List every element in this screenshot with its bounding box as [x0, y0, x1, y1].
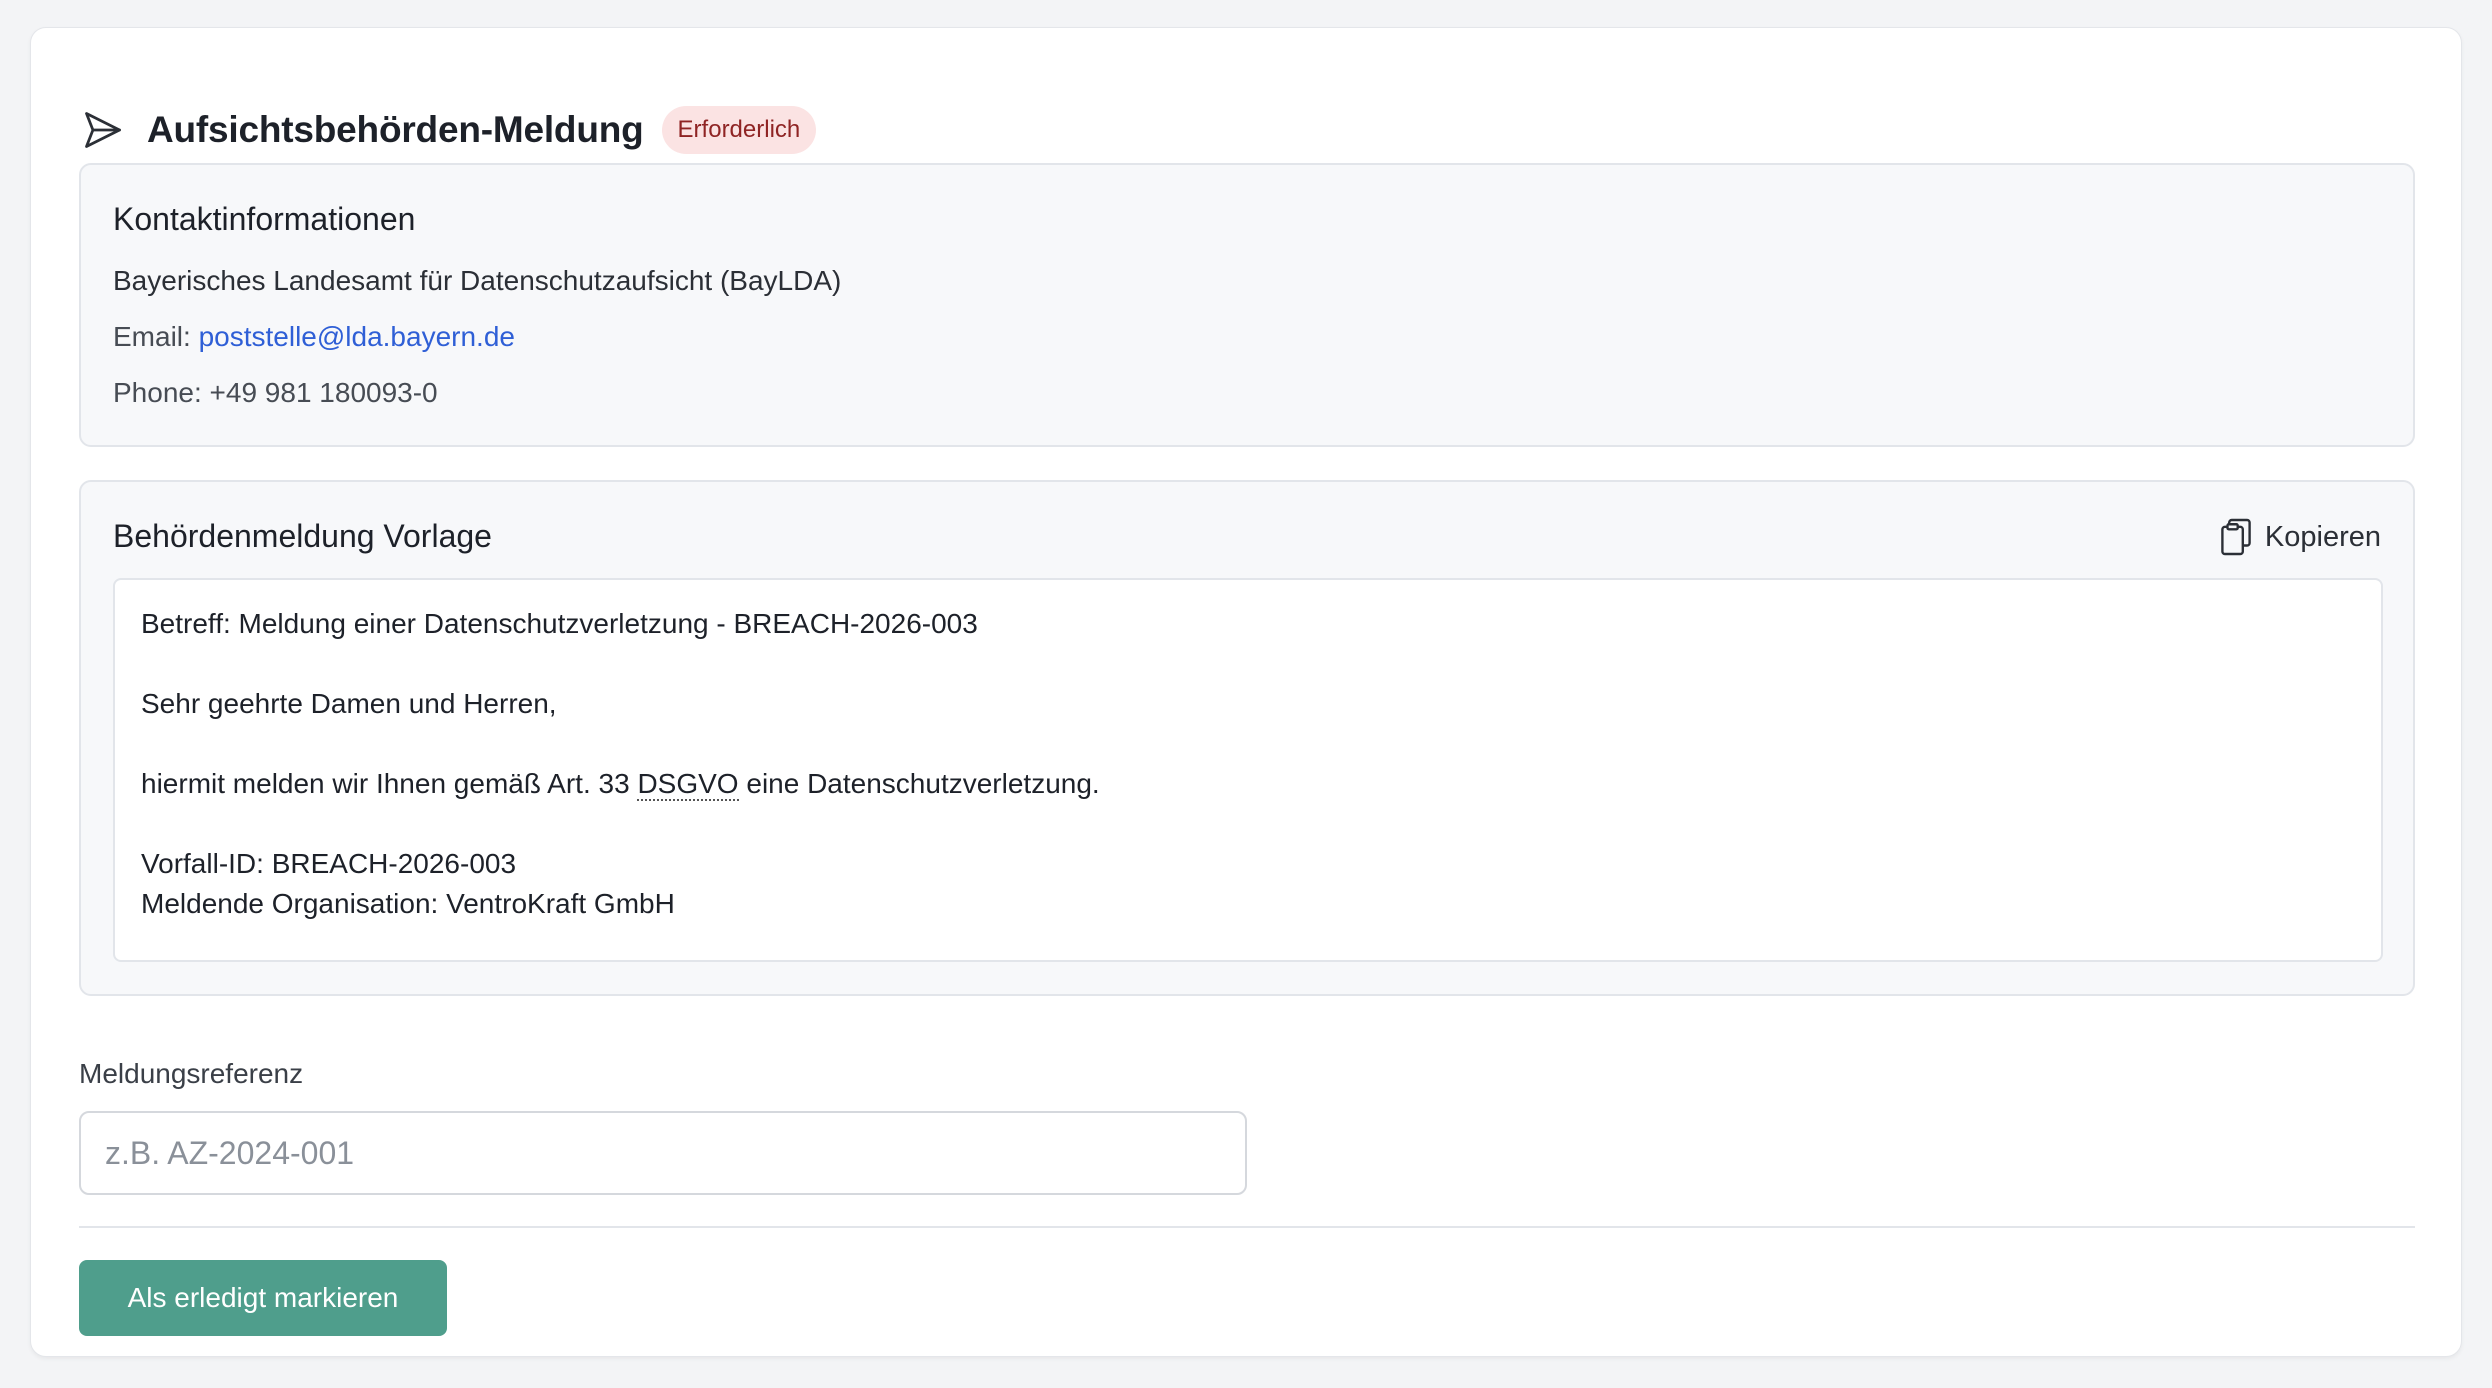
template-panel: Behördenmeldung Vorlage Kopieren Betreff…: [79, 480, 2415, 996]
copy-label: Kopieren: [2264, 520, 2381, 553]
template-body-start: hiermit melden wir Ihnen gemäß Art. 33: [141, 768, 638, 799]
authority-name: Bayerisches Landesamt für Datenschutzauf…: [113, 265, 842, 296]
notification-card: Aufsichtsbehörden-Meldung Erforderlich K…: [30, 27, 2462, 1357]
template-subject: Betreff: Meldung einer Datenschutzverlet…: [141, 608, 978, 639]
dsgvo-abbreviation: DSGVO: [637, 768, 739, 801]
template-organisation: Meldende Organisation: VentroKraft GmbH: [141, 888, 675, 919]
status-badge: Erforderlich: [661, 106, 817, 154]
clipboard-copy-icon: [2221, 518, 2251, 556]
page-title: Aufsichtsbehörden-Meldung: [147, 109, 644, 150]
reference-input[interactable]: [79, 1111, 1247, 1195]
contact-panel: Kontaktinformationen Bayerisches Landesa…: [79, 163, 2415, 447]
template-body: hiermit melden wir Ihnen gemäß Art. 33 D…: [141, 768, 1100, 801]
email-link[interactable]: poststelle@lda.bayern.de: [199, 321, 515, 352]
send-icon: [85, 112, 121, 148]
divider: [79, 1226, 2415, 1228]
template-body-end: eine Datenschutzverletzung.: [738, 768, 1100, 799]
template-incident-id: Vorfall-ID: BREACH-2026-003: [141, 848, 517, 879]
reference-label: Meldungsreferenz: [79, 1058, 304, 1089]
template-greeting: Sehr geehrte Damen und Herren,: [141, 688, 557, 719]
phone-line: Phone: +49 981 180093-0: [113, 377, 438, 409]
email-label: Email:: [113, 321, 191, 352]
copy-button[interactable]: Kopieren: [2219, 518, 2381, 556]
template-text[interactable]: Betreff: Meldung einer Datenschutzverlet…: [113, 578, 2383, 962]
mark-done-button[interactable]: Als erledigt markieren: [79, 1260, 447, 1336]
email-line: Email: poststelle@lda.bayern.de: [113, 321, 515, 353]
template-heading: Behördenmeldung Vorlage: [113, 518, 492, 554]
phone-label: Phone:: [113, 377, 202, 408]
phone-number: +49 981 180093-0: [209, 377, 438, 408]
contact-heading: Kontaktinformationen: [113, 201, 416, 237]
